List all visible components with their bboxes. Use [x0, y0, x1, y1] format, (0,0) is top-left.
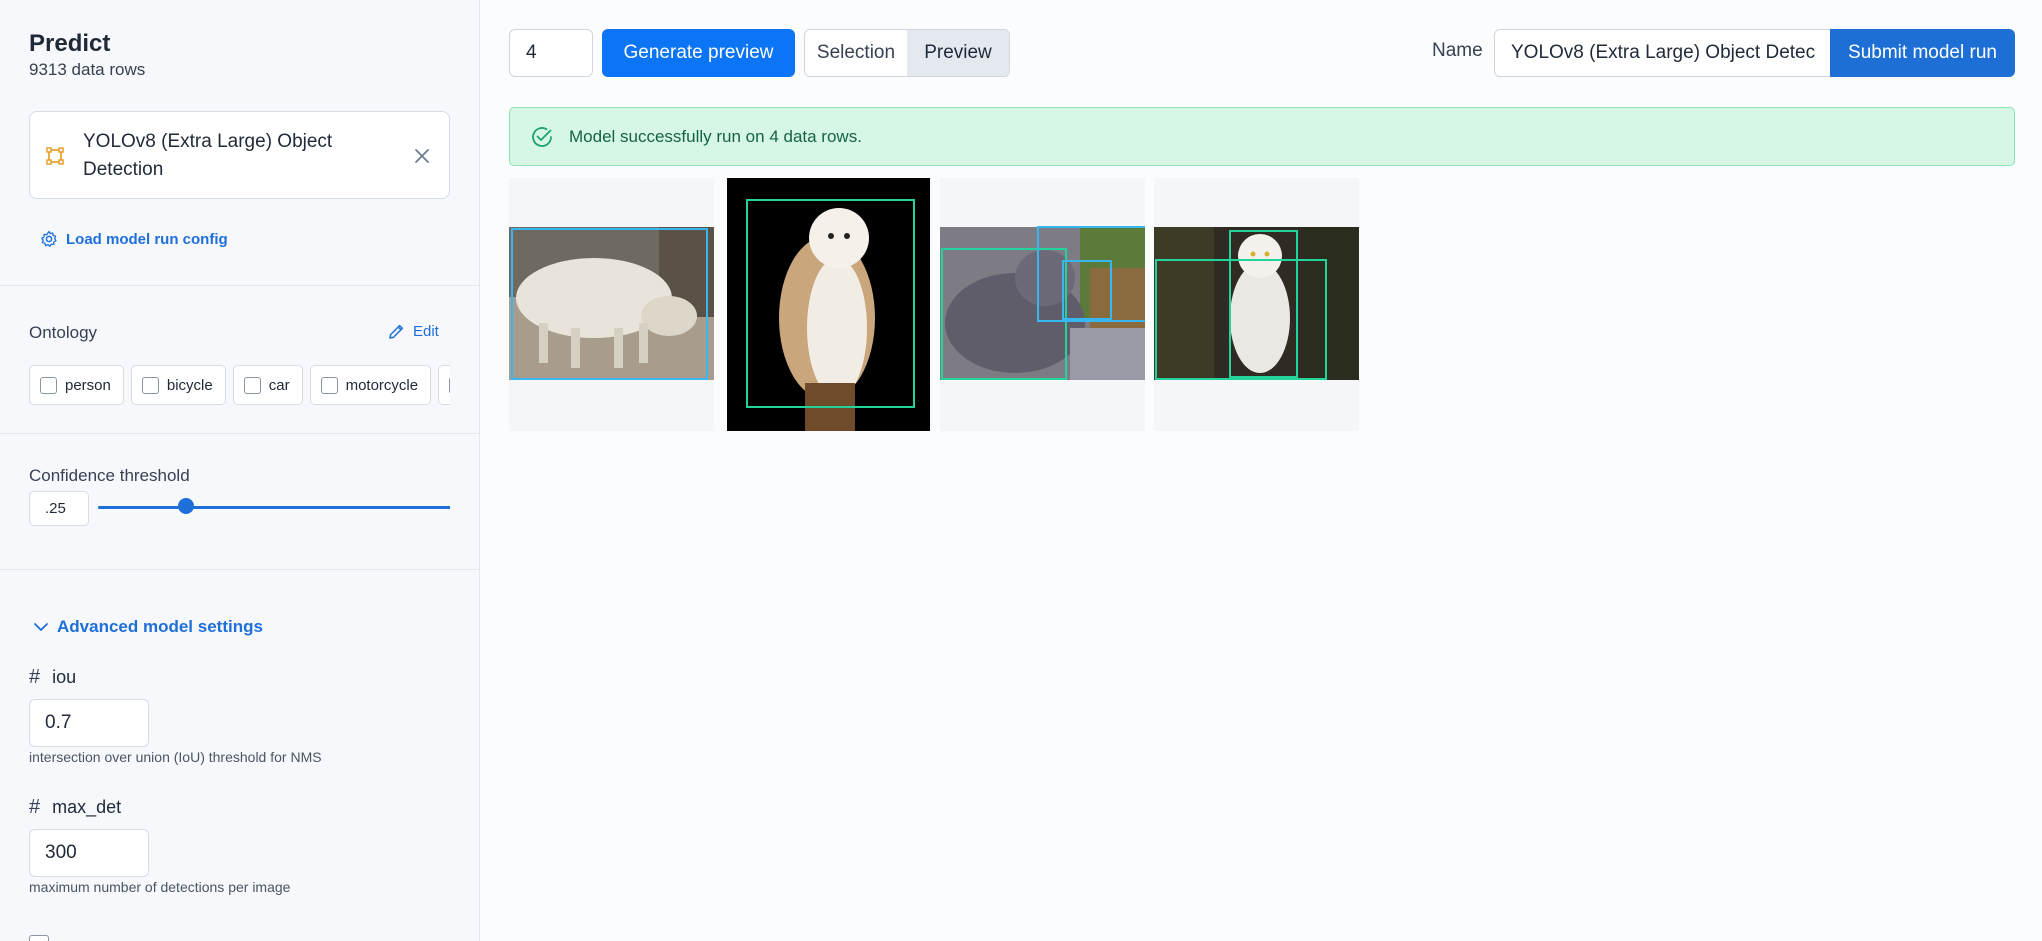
ontology-class-list: person bicycle car motorcycle air: [29, 365, 450, 405]
ontology-class-chip[interactable]: bicycle: [130, 365, 226, 405]
check-circle-icon: [532, 126, 552, 147]
checkbox[interactable]: [243, 376, 261, 394]
class-label: car: [268, 376, 290, 394]
param-name: iou: [52, 667, 77, 687]
confidence-slider-fill: [98, 506, 186, 509]
confidence-slider-rest: [186, 506, 450, 509]
edit-label: Edit: [413, 323, 439, 340]
confidence-input[interactable]: .25: [29, 491, 89, 526]
iou-input[interactable]: 0.7: [29, 699, 149, 747]
barn-owl-image: [727, 178, 930, 431]
chevron-down-icon: [34, 623, 48, 631]
preview-tile-sheep[interactable]: [509, 178, 714, 431]
preview-tile-barn-owl[interactable]: [727, 178, 932, 431]
run-name-input[interactable]: YOLOv8 (Extra Large) Object Detec: [1494, 29, 1831, 77]
param-label-iou: # iou: [29, 666, 76, 689]
preview-tile-snowy-owl[interactable]: [1154, 178, 1359, 431]
load-config-label: Load model run config: [66, 230, 228, 248]
class-label: motorcycle: [345, 376, 419, 394]
hash-icon: #: [29, 796, 41, 818]
checkbox[interactable]: [29, 935, 49, 941]
sheep-image: [509, 227, 714, 380]
checkbox[interactable]: [141, 376, 159, 394]
advanced-settings-toggle[interactable]: Advanced model settings: [33, 617, 263, 637]
preview-count-input[interactable]: 4: [509, 29, 593, 77]
iou-help-text: intersection over union (IoU) threshold …: [29, 749, 322, 765]
ontology-class-chip[interactable]: person: [29, 365, 124, 405]
divider: [0, 285, 479, 286]
alert-message: Model successfully run on 4 data rows.: [569, 126, 862, 146]
data-row-count: 9313 data rows: [29, 60, 146, 79]
checkbox[interactable]: [40, 376, 57, 394]
close-icon[interactable]: [413, 147, 431, 165]
tab-selection[interactable]: Selection: [805, 30, 907, 76]
divider: [0, 433, 479, 434]
generate-preview-button[interactable]: Generate preview: [602, 29, 795, 77]
view-segmented-control: Selection Preview: [804, 29, 1010, 77]
submit-model-run-button[interactable]: Submit model run: [1830, 29, 2015, 77]
sidebar: Predict 9313 data rows YOLOv8 (Extra Lar…: [0, 0, 480, 941]
snowy-owl-image: [1154, 227, 1359, 380]
divider: [0, 569, 479, 570]
max-det-input[interactable]: 300: [29, 829, 149, 877]
hash-icon: #: [29, 666, 41, 688]
model-card[interactable]: YOLOv8 (Extra Large) Object Detection: [29, 111, 450, 199]
class-label: bicycle: [166, 376, 213, 394]
param-label-max-det: # max_det: [29, 796, 121, 819]
confidence-slider-thumb[interactable]: [178, 498, 194, 514]
bounding-box-icon: [46, 147, 64, 165]
ontology-class-chip[interactable]: motorcycle: [309, 365, 432, 405]
model-name: YOLOv8 (Extra Large) Object Detection: [83, 131, 333, 180]
param-name: max_det: [52, 797, 122, 817]
confidence-label: Confidence threshold: [29, 466, 190, 485]
edit-ontology-button[interactable]: Edit: [388, 323, 439, 340]
class-label: person: [65, 376, 111, 394]
tab-preview[interactable]: Preview: [907, 30, 1009, 76]
page-title: Predict: [29, 30, 111, 57]
ontology-label: Ontology: [29, 323, 98, 342]
checkbox[interactable]: [449, 376, 450, 394]
gear-icon: [41, 230, 57, 247]
name-label: Name: [1432, 40, 1483, 61]
success-alert: Model successfully run on 4 data rows.: [509, 107, 2015, 166]
advanced-settings-label: Advanced model settings: [57, 617, 263, 636]
preview-tile-cat[interactable]: [940, 178, 1145, 431]
pencil-icon: [389, 324, 404, 339]
load-model-config-link[interactable]: Load model run config: [40, 230, 228, 248]
checkbox[interactable]: [320, 376, 338, 394]
ontology-class-chip[interactable]: car: [232, 365, 303, 405]
cat-image: [940, 226, 1145, 380]
ontology-class-chip[interactable]: air: [438, 365, 450, 405]
max-det-help-text: maximum number of detections per image: [29, 879, 291, 895]
